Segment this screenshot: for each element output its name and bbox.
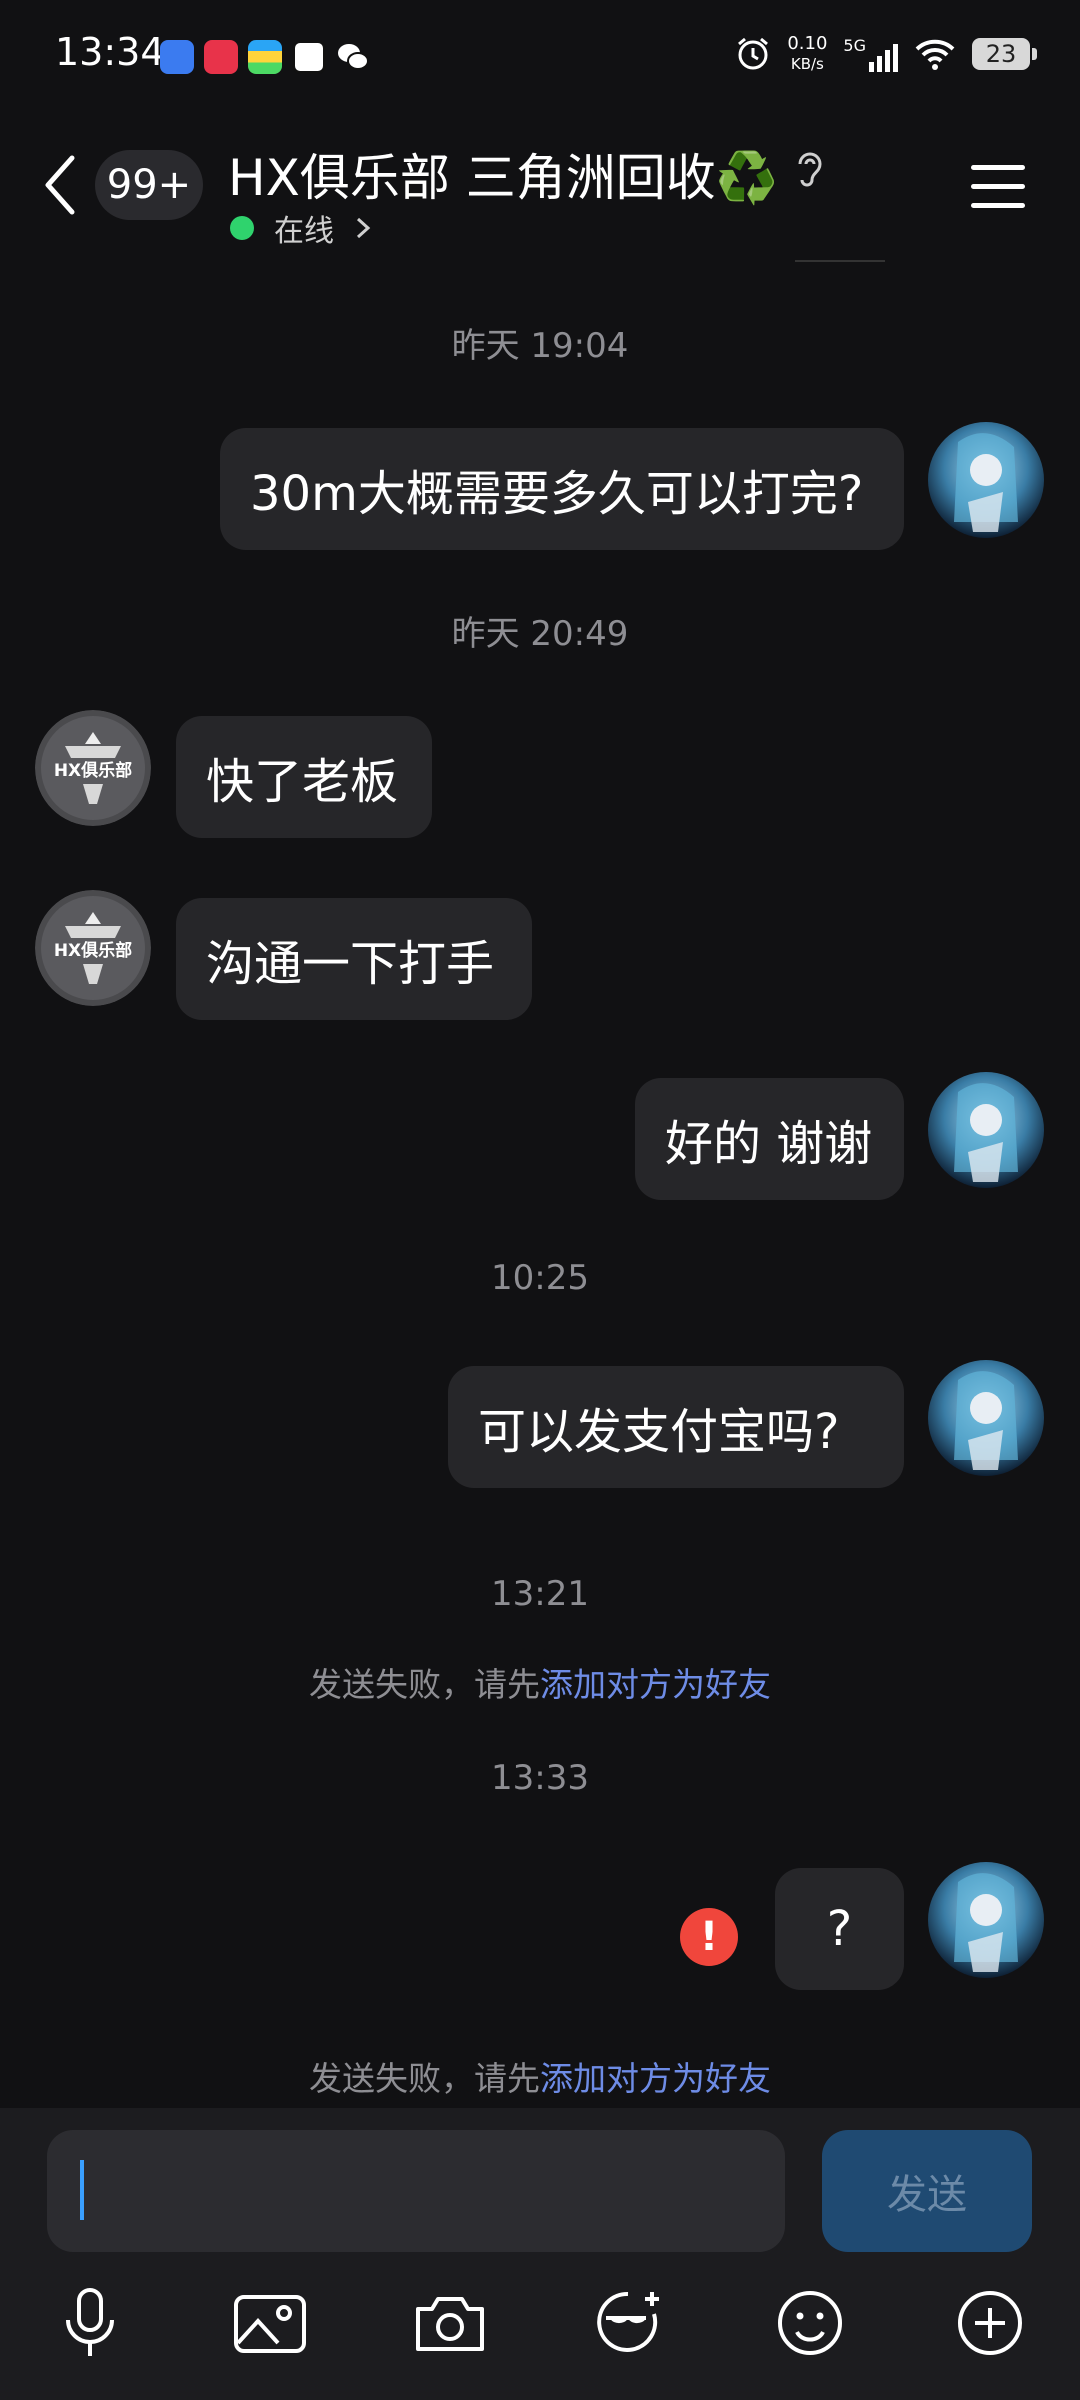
message-bubble-sent[interactable]: ?	[775, 1868, 904, 1990]
wechat-icon	[336, 40, 370, 74]
message-bubble-received[interactable]: 沟通一下打手	[176, 898, 532, 1020]
timestamp: 昨天 20:49	[451, 614, 629, 654]
image-icon	[234, 2295, 306, 2353]
camera-button[interactable]	[405, 2278, 495, 2368]
face-effect-icon	[597, 2291, 659, 2352]
my-avatar[interactable]	[928, 1072, 1044, 1188]
chat-title[interactable]: HX俱乐部 三角洲回收♻️	[228, 138, 778, 210]
status-bar: 13:34 0.10 KB/s 5G 23	[0, 0, 1080, 110]
message-bubble-received[interactable]: 快了老板	[176, 716, 432, 838]
battery-indicator: 23	[972, 38, 1037, 70]
wifi-icon	[915, 39, 955, 70]
send-failed-notice: 发送失败，请先添加对方为好友	[309, 2059, 771, 2098]
send-button[interactable]: 发送	[822, 2130, 1032, 2252]
emoji-button[interactable]	[765, 2278, 855, 2368]
status-time: 13:34	[55, 30, 165, 74]
send-failed-notice: 发送失败，请先添加对方为好友	[309, 1665, 771, 1704]
meituan-icon	[292, 40, 326, 74]
notification-icons	[160, 40, 370, 74]
message-input[interactable]	[47, 2130, 785, 2252]
message-bubble-sent[interactable]: 30m大概需要多久可以打完?	[220, 428, 904, 550]
chat-header: 99+ HX俱乐部 三角洲回收♻️ 在线	[0, 110, 1080, 265]
chevron-left-icon	[45, 155, 75, 215]
chevron-right-icon	[356, 217, 371, 239]
add-friend-link[interactable]: 添加对方为好友	[540, 1665, 771, 1704]
text-cursor	[80, 2160, 84, 2220]
app-blue-icon	[160, 40, 194, 74]
add-friend-link[interactable]: 添加对方为好友	[540, 2059, 771, 2098]
my-avatar[interactable]	[928, 422, 1044, 538]
timestamp: 10:25	[491, 1258, 589, 1298]
ear-icon[interactable]	[792, 146, 828, 190]
timestamp: 昨天 19:04	[451, 326, 629, 366]
back-button[interactable]	[40, 150, 80, 220]
contact-avatar[interactable]: HX俱乐部	[35, 890, 151, 1006]
camera-icon	[416, 2297, 484, 2351]
input-toolbar	[0, 2278, 1080, 2378]
alarm-icon	[738, 37, 769, 70]
effect-button[interactable]	[585, 2278, 675, 2368]
message-bubble-sent[interactable]: 可以发支付宝吗?	[448, 1366, 904, 1488]
more-button[interactable]	[945, 2278, 1035, 2368]
my-avatar[interactable]	[928, 1862, 1044, 1978]
online-status[interactable]: 在线	[230, 206, 378, 250]
message-bubble-sent[interactable]: 好的 谢谢	[635, 1078, 904, 1200]
divider	[795, 260, 885, 262]
my-avatar[interactable]	[928, 1360, 1044, 1476]
online-dot	[230, 216, 254, 240]
input-area: 发送	[0, 2108, 1080, 2400]
signal-icon: 5G	[843, 36, 898, 72]
network-speed: 0.10 KB/s	[787, 33, 828, 74]
emoji-icon	[778, 2291, 842, 2355]
contact-avatar[interactable]: HX俱乐部	[35, 710, 151, 826]
menu-button[interactable]	[971, 165, 1025, 209]
plus-icon	[958, 2291, 1022, 2355]
app-stack-icon	[248, 40, 282, 74]
microphone-icon	[66, 2288, 114, 2356]
svg-text:HX俱乐部: HX俱乐部	[54, 760, 132, 781]
error-icon[interactable]: !	[680, 1908, 738, 1966]
timestamp: 13:33	[491, 1758, 589, 1798]
unread-badge[interactable]: 99+	[95, 150, 203, 220]
svg-text:HX俱乐部: HX俱乐部	[54, 940, 132, 961]
album-button[interactable]	[225, 2278, 315, 2368]
xiaohongshu-icon	[204, 40, 238, 74]
timestamp: 13:21	[491, 1574, 589, 1614]
voice-button[interactable]	[45, 2278, 135, 2368]
